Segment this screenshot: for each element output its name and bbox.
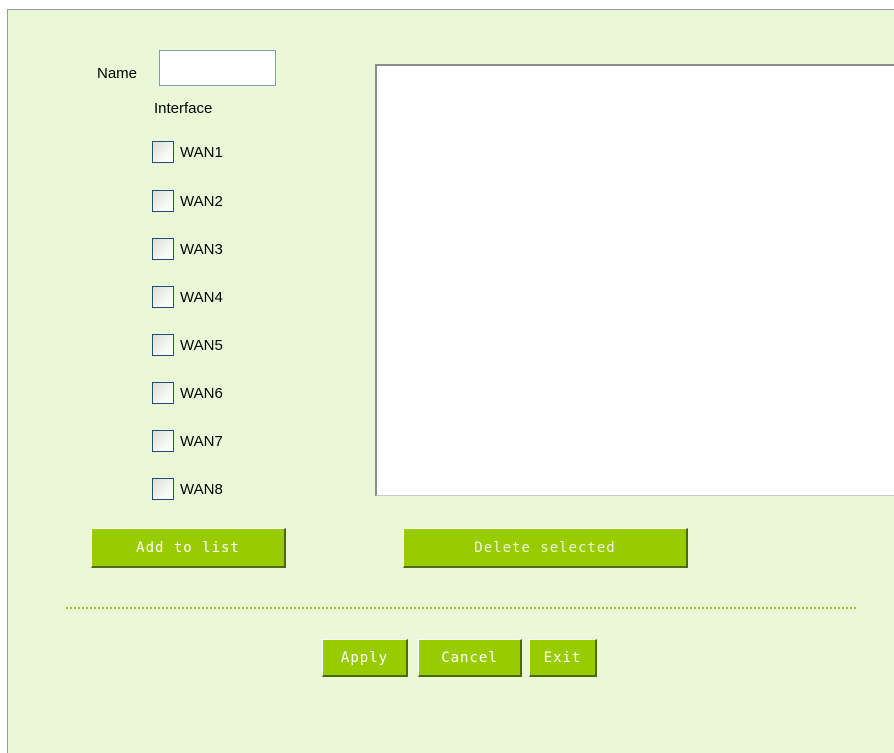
wan6-label: WAN6 [180,384,223,402]
wan2-label: WAN2 [180,192,223,210]
delete-selected-button[interactable]: Delete selected [403,528,688,568]
wan1-label: WAN1 [180,143,223,161]
form-panel: Name Interface WAN1 WAN2 WAN3 WAN4 WAN5 … [7,9,894,753]
wan4-label: WAN4 [180,288,223,306]
wan5-checkbox[interactable] [152,334,174,356]
wan6-checkbox[interactable] [152,382,174,404]
wan1-option[interactable]: WAN1 [152,141,223,163]
wan2-option[interactable]: WAN2 [152,190,223,212]
selected-interfaces-list[interactable] [375,64,894,496]
wan3-checkbox[interactable] [152,238,174,260]
name-input[interactable] [159,50,276,86]
interface-label: Interface [154,100,213,117]
wan2-checkbox[interactable] [152,190,174,212]
wan3-option[interactable]: WAN3 [152,238,223,260]
wan8-checkbox[interactable] [152,478,174,500]
wan6-option[interactable]: WAN6 [152,382,223,404]
name-label: Name [97,65,138,82]
wan3-label: WAN3 [180,240,223,258]
wan4-checkbox[interactable] [152,286,174,308]
wan8-option[interactable]: WAN8 [152,478,223,500]
wan7-option[interactable]: WAN7 [152,430,223,452]
wan5-label: WAN5 [180,336,223,354]
divider [66,607,856,609]
exit-button[interactable]: Exit [529,639,597,677]
cancel-button[interactable]: Cancel [418,639,522,677]
wan8-label: WAN8 [180,480,223,498]
wan4-option[interactable]: WAN4 [152,286,223,308]
wan7-checkbox[interactable] [152,430,174,452]
wan1-checkbox[interactable] [152,141,174,163]
add-to-list-button[interactable]: Add to list [91,528,286,568]
apply-button[interactable]: Apply [322,639,408,677]
wan7-label: WAN7 [180,432,223,450]
wan5-option[interactable]: WAN5 [152,334,223,356]
